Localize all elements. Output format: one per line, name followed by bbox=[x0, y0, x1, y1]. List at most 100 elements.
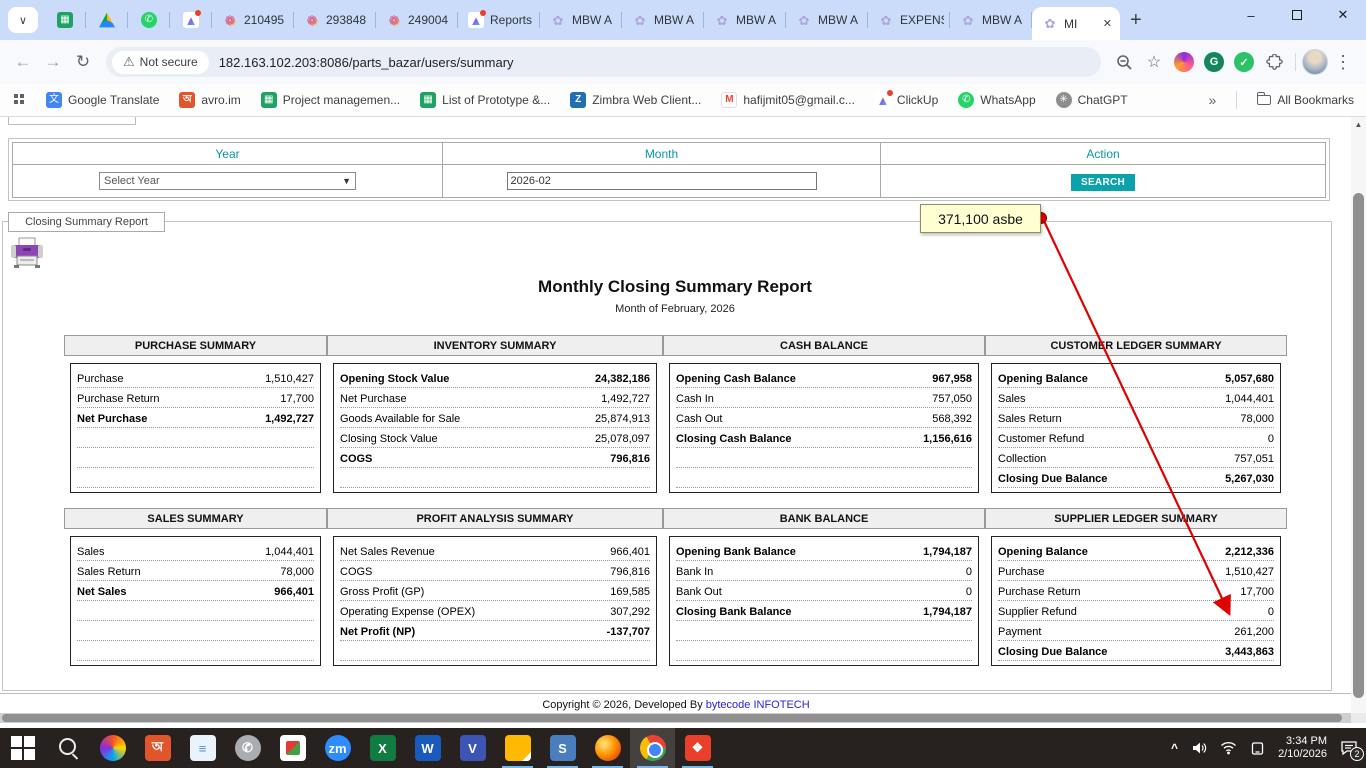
taskbar-avro-keyboard-icon[interactable]: অ bbox=[135, 728, 180, 768]
pinned-tab-clickup[interactable]: ▲ bbox=[170, 3, 212, 37]
gmail-icon: M bbox=[721, 92, 737, 108]
reload-icon[interactable]: ↻ bbox=[68, 52, 98, 72]
table-row: Net Sales 966,401 bbox=[77, 581, 314, 601]
taskbar-chrome-icon[interactable] bbox=[630, 728, 675, 768]
browser-tab[interactable]: ✿ MBW A bbox=[950, 0, 1032, 40]
wifi-icon[interactable] bbox=[1220, 741, 1237, 755]
all-bookmarks-button[interactable]: All Bookmarks bbox=[1257, 93, 1354, 107]
toolbar-divider bbox=[1295, 53, 1296, 71]
taskbar-word-icon[interactable]: W bbox=[405, 728, 450, 768]
tray-device-icon[interactable] bbox=[1250, 741, 1265, 756]
row-value: 5,057,680 bbox=[1225, 373, 1274, 385]
row-value: 307,292 bbox=[610, 606, 650, 618]
taskbar-visio-icon[interactable]: V bbox=[450, 728, 495, 768]
pinned-tab-whatsapp[interactable]: ✆ bbox=[128, 3, 170, 37]
browser-tab[interactable]: ❁ 249004 bbox=[376, 0, 458, 40]
bookmark-item[interactable]: ▲ ClickUp bbox=[875, 92, 938, 108]
apps-grid-icon[interactable] bbox=[14, 94, 18, 98]
security-chip[interactable]: ⚠ Not secure bbox=[112, 51, 209, 74]
browser-tab[interactable]: ▲ Reports bbox=[458, 0, 540, 40]
row-value: 1,492,727 bbox=[601, 393, 650, 405]
bookmark-item[interactable]: ✳ ChatGPT bbox=[1056, 92, 1128, 108]
horizontal-scroll-thumb[interactable] bbox=[2, 714, 1342, 722]
taskbar-search-icon[interactable] bbox=[45, 728, 90, 768]
notification-center-icon[interactable]: 2 bbox=[1340, 740, 1358, 756]
security-label: Not secure bbox=[140, 55, 198, 69]
browser-tab[interactable]: ✿ EXPENS bbox=[868, 0, 950, 40]
pinned-tab-drive[interactable] bbox=[86, 3, 128, 37]
extensions-puzzle-icon[interactable] bbox=[1259, 54, 1289, 71]
minimize-button[interactable]: – bbox=[1228, 0, 1274, 30]
vertical-scroll-thumb[interactable] bbox=[1353, 193, 1364, 698]
developer-link[interactable]: bytecode INFOTECH bbox=[706, 699, 810, 711]
tab-search-chevron-icon[interactable]: ∨ bbox=[8, 7, 38, 33]
notification-badge: 2 bbox=[1350, 747, 1364, 761]
restore-button[interactable] bbox=[1274, 0, 1320, 30]
taskbar-start-icon[interactable] bbox=[0, 728, 45, 768]
browser-menu-icon[interactable]: ⋮ bbox=[1328, 52, 1358, 73]
bookmarks-overflow-chevron[interactable]: » bbox=[1209, 92, 1217, 108]
tab-close-icon[interactable]: ✕ bbox=[1101, 17, 1114, 30]
pinned-tab-sheets[interactable]: ▦ bbox=[44, 3, 86, 37]
taskbar-s-app-icon[interactable]: S bbox=[540, 728, 585, 768]
browser-tab[interactable]: ❁ 293848 bbox=[294, 0, 376, 40]
horizontal-scrollbar[interactable] bbox=[0, 713, 1351, 723]
zoom-page-icon[interactable] bbox=[1109, 54, 1139, 71]
bookmark-item[interactable]: অ avro.im bbox=[179, 92, 240, 108]
close-button[interactable]: ✕ bbox=[1320, 0, 1366, 30]
bookmark-item[interactable]: M hafijmit05@gmail.c... bbox=[721, 92, 855, 108]
taskbar-zoom-icon[interactable]: zm bbox=[315, 728, 360, 768]
table-row bbox=[676, 621, 972, 641]
bookmark-item[interactable]: Z Zimbra Web Client... bbox=[570, 92, 701, 108]
browser-tab[interactable]: ❁ 210495 bbox=[212, 0, 294, 40]
taskbar-image-viewer-icon[interactable] bbox=[270, 728, 315, 768]
vertical-scrollbar[interactable]: ▲ bbox=[1351, 117, 1366, 713]
taskbar-firefox-icon[interactable] bbox=[585, 728, 630, 768]
row-label: Sales bbox=[77, 546, 105, 558]
bookmark-item[interactable]: ▦ Project managemen... bbox=[261, 92, 400, 108]
print-icon[interactable] bbox=[8, 237, 46, 275]
taskbar-notepad-icon[interactable]: ≡ bbox=[180, 728, 225, 768]
extension-grammarly-icon[interactable]: G bbox=[1199, 52, 1229, 72]
bookmark-item[interactable]: ▦ List of Prototype &... bbox=[420, 92, 550, 108]
scroll-up-arrow-icon[interactable]: ▲ bbox=[1351, 120, 1366, 129]
row-value: 568,392 bbox=[932, 413, 972, 425]
table-row: Customer Refund 0 bbox=[998, 428, 1274, 448]
year-select[interactable]: Select Year ▼ bbox=[99, 172, 356, 190]
month-input[interactable] bbox=[507, 172, 817, 190]
extension-leaf-icon[interactable]: ✓ bbox=[1229, 52, 1259, 72]
browser-tab[interactable]: ✿ MBW A bbox=[540, 0, 622, 40]
extension-mail-icon[interactable] bbox=[1169, 52, 1199, 72]
bookmark-item[interactable]: ✆ WhatsApp bbox=[958, 92, 1035, 108]
forward-icon[interactable]: → bbox=[38, 52, 68, 72]
row-value: 0 bbox=[1268, 433, 1274, 445]
bookmark-star-icon[interactable]: ☆ bbox=[1139, 52, 1169, 72]
browser-tab[interactable]: ✿ MBW A bbox=[704, 0, 786, 40]
browser-tab[interactable]: ✿ MBW A bbox=[786, 0, 868, 40]
address-bar[interactable]: ⚠ Not secure 182.163.102.203:8086/parts_… bbox=[106, 47, 1101, 77]
summary-table: Opening Bank Balance 1,794,187 Bank In 0… bbox=[669, 536, 979, 666]
browser-toolbar: ← → ↻ ⚠ Not secure 182.163.102.203:8086/… bbox=[0, 40, 1366, 84]
taskbar-clock[interactable]: 3:34 PM 2/10/2026 bbox=[1278, 735, 1327, 761]
volume-icon[interactable] bbox=[1191, 740, 1207, 756]
taskbar-excel-icon[interactable]: X bbox=[360, 728, 405, 768]
row-value: 25,078,097 bbox=[595, 433, 650, 445]
bookmark-label: WhatsApp bbox=[980, 93, 1035, 107]
row-value: 1,794,187 bbox=[923, 546, 972, 558]
row-value: 0 bbox=[966, 586, 972, 598]
taskbar-screen-tool-icon[interactable]: ❖ bbox=[675, 728, 720, 768]
browser-tab[interactable]: ✿ MBW A bbox=[622, 0, 704, 40]
new-tab-button[interactable]: + bbox=[1120, 9, 1152, 32]
taskbar-copilot-icon[interactable] bbox=[90, 728, 135, 768]
row-value: 1,044,401 bbox=[265, 546, 314, 558]
browser-tab-active[interactable]: ✿ MI ✕ bbox=[1032, 7, 1120, 40]
search-button[interactable]: SEARCH bbox=[1071, 174, 1135, 191]
section-header: SUPPLIER LEDGER SUMMARY bbox=[985, 508, 1287, 529]
tray-chevron-icon[interactable]: ^ bbox=[1171, 741, 1178, 755]
back-icon[interactable]: ← bbox=[8, 52, 38, 72]
taskbar-whatsapp-desktop-icon[interactable]: ✆ bbox=[225, 728, 270, 768]
action-header: Action bbox=[881, 143, 1326, 165]
bookmark-item[interactable]: 文 Google Translate bbox=[46, 92, 159, 108]
taskbar-sticky-notes-icon[interactable] bbox=[495, 728, 540, 768]
profile-avatar[interactable] bbox=[1302, 49, 1328, 75]
